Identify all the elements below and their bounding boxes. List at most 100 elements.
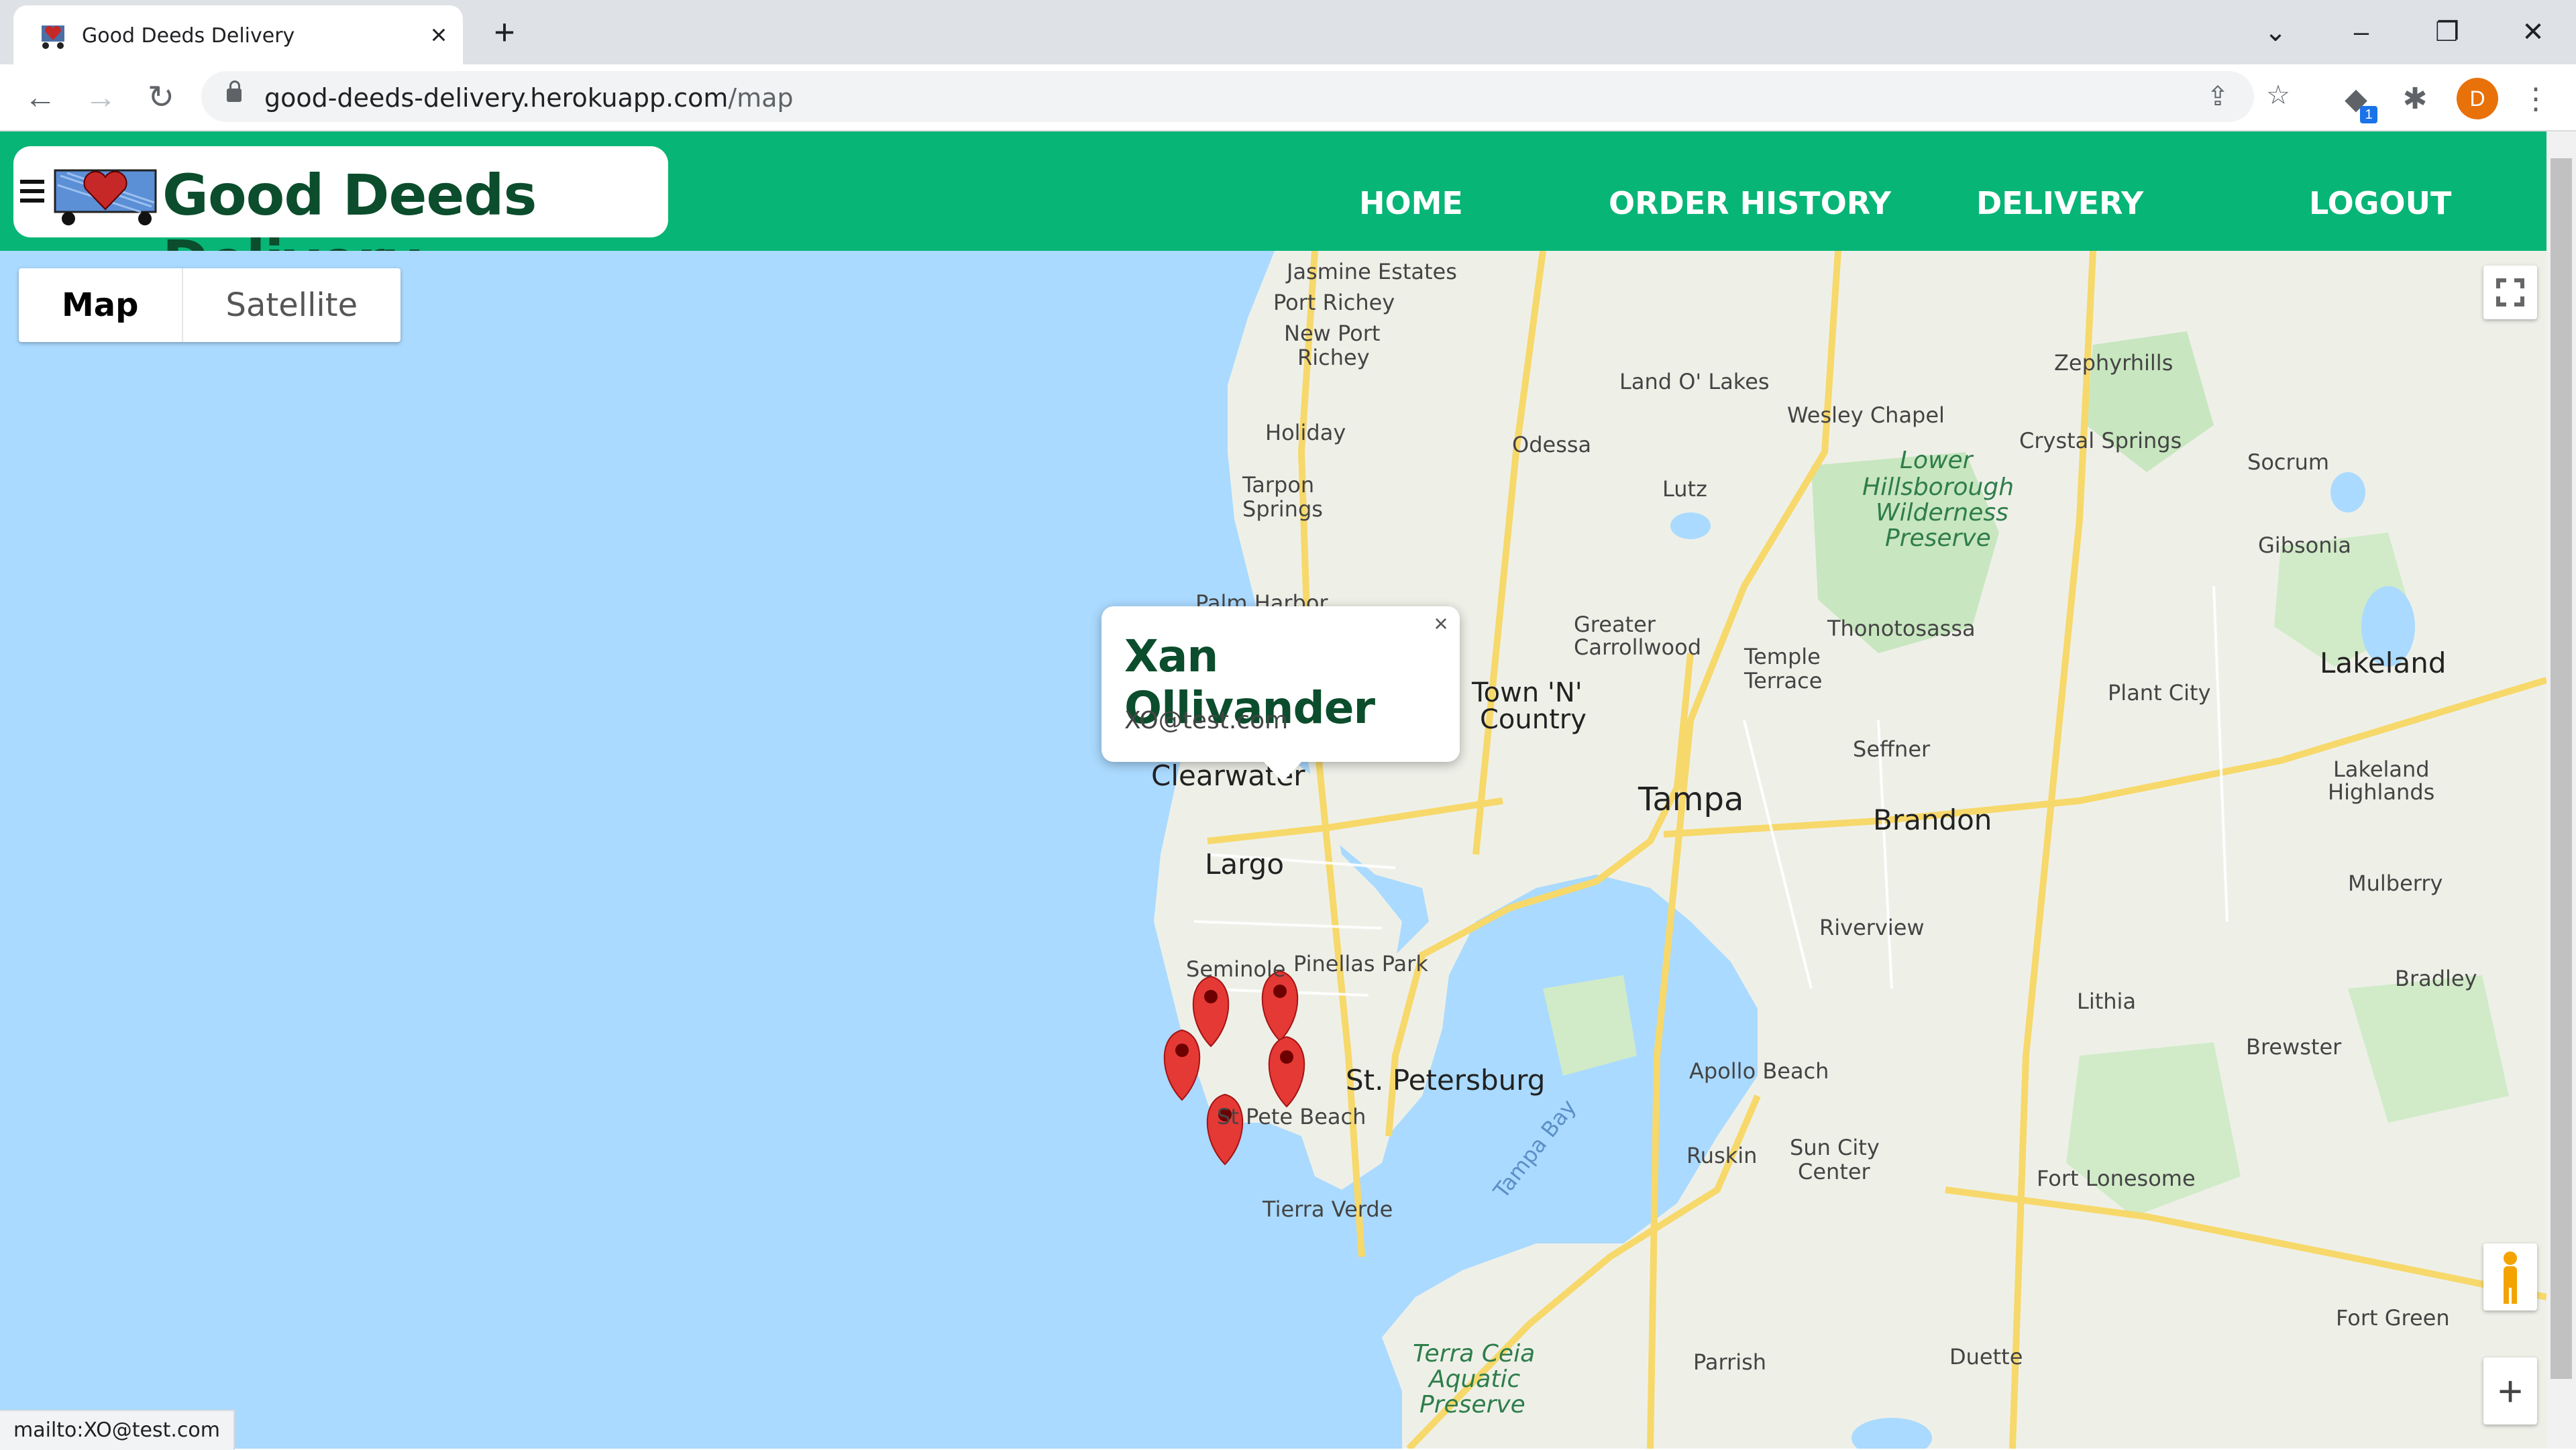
map-label: Tierra Verde: [1263, 1196, 1393, 1222]
map-label: Apollo Beach: [1689, 1058, 1829, 1084]
map-label: Lakeland: [2333, 757, 2430, 782]
map-label: Pinellas Park: [1293, 951, 1428, 977]
map-label: Holiday: [1265, 420, 1346, 445]
lake: [1670, 512, 1711, 539]
map-label: Preserve: [1885, 524, 1991, 552]
map-label: Richey: [1297, 345, 1370, 370]
nav-home-link[interactable]: HOME: [1359, 185, 1463, 221]
address-bar[interactable]: good-deeds-delivery.herokuapp.com/map ⇪ …: [201, 71, 2290, 122]
page-scrollbar[interactable]: [2546, 131, 2576, 1449]
restore-icon[interactable]: ❐: [2420, 11, 2474, 54]
back-icon[interactable]: ←: [19, 76, 62, 119]
bookmark-star-icon[interactable]: ☆: [2261, 78, 2296, 113]
tab-title: Good Deeds Delivery: [82, 24, 295, 48]
forward-icon[interactable]: →: [79, 76, 122, 119]
map-label: New Port: [1284, 321, 1381, 346]
tab-close-icon[interactable]: ×: [421, 17, 456, 52]
tab-search-icon[interactable]: ⌄: [2249, 11, 2302, 54]
map-label: Land O' Lakes: [1619, 369, 1770, 394]
map-label: Hillsborough: [1862, 473, 2015, 501]
fullscreen-button[interactable]: [2483, 266, 2537, 319]
brand-home-link[interactable]: Good Deeds Delivery: [13, 146, 668, 294]
map-label: Center: [1798, 1159, 1870, 1184]
map-label: Seffner: [1853, 736, 1931, 762]
map-label: Carrollwood: [1574, 634, 1701, 660]
new-tab-icon[interactable]: +: [484, 13, 525, 51]
link-status-bar: mailto:XO@test.com: [0, 1410, 235, 1450]
map-label: Tampa: [1638, 781, 1744, 818]
menu-kebab-icon[interactable]: ⋮: [2517, 80, 2555, 118]
map-label: Brewster: [2246, 1034, 2342, 1060]
map-label: Bradley: [2395, 966, 2477, 991]
map-label: Terra Ceia: [1413, 1340, 1536, 1368]
map-label: St Pete Beach: [1217, 1104, 1366, 1129]
map-label: Springs: [1242, 496, 1323, 522]
green-area: [1543, 975, 1637, 1076]
info-window: Xan Ollivander XO@test.com ×: [1102, 606, 1460, 782]
map-label: Country: [1480, 704, 1587, 735]
map-label: Duette: [1949, 1344, 2023, 1370]
map-label: Lithia: [2077, 989, 2137, 1014]
map-type-satellite-button[interactable]: Satellite: [181, 268, 401, 342]
minimize-icon[interactable]: –: [2334, 11, 2388, 54]
extension-badge: 1: [2360, 106, 2377, 123]
scrollbar-thumb[interactable]: [2551, 158, 2572, 1379]
map-label: Parrish: [1693, 1349, 1767, 1375]
recipient-email-link[interactable]: XO@test.com: [1124, 707, 1288, 734]
close-icon[interactable]: ×: [1428, 610, 1454, 637]
map-label: Preserve: [1419, 1391, 1525, 1418]
map-label: Odessa: [1512, 432, 1592, 457]
lake: [2330, 472, 2365, 512]
map-label: Wesley Chapel: [1787, 402, 1945, 428]
google-map[interactable]: Jasmine Estates Port Richey New Port Ric…: [0, 251, 2546, 1449]
puzzle-extensions-icon[interactable]: ✱: [2396, 80, 2434, 118]
lock-icon: [227, 80, 241, 102]
map-label: Fort Lonesome: [2037, 1166, 2196, 1191]
close-window-icon[interactable]: ✕: [2506, 11, 2560, 54]
map-label: Aquatic: [1429, 1365, 1521, 1393]
map-type-map-button[interactable]: Map: [19, 268, 182, 342]
map-label: Zephyrhills: [2054, 350, 2174, 376]
browser-tab[interactable]: Good Deeds Delivery ×: [13, 5, 463, 64]
share-icon[interactable]: ⇪: [2200, 79, 2235, 114]
map-label: Largo: [1205, 848, 1285, 881]
plus-icon: +: [2498, 1367, 2523, 1415]
map-label: Plant City: [2108, 680, 2211, 706]
profile-avatar[interactable]: D: [2457, 78, 2498, 119]
map-label: Terrace: [1744, 668, 1823, 693]
map-label: Brandon: [1873, 803, 1992, 836]
reload-icon[interactable]: ↻: [140, 76, 182, 119]
map-label: Tarpon: [1242, 472, 1315, 498]
map-label: Jasmine Estates: [1287, 259, 1457, 284]
map-label: Ruskin: [1686, 1143, 1758, 1168]
nav-order-history-link[interactable]: ORDER HISTORY: [1609, 185, 1891, 221]
map-label: Mulberry: [2348, 871, 2443, 896]
street-view-pegman[interactable]: [2483, 1243, 2537, 1310]
fullscreen-icon: [2496, 278, 2524, 306]
map-label: Fort Green: [2336, 1305, 2450, 1331]
map-label: Seminole: [1186, 956, 1286, 982]
map-label: Wilderness: [1876, 499, 2008, 526]
map-label: Lower: [1900, 447, 1973, 474]
map-label: Gibsonia: [2258, 533, 2352, 558]
delivery-marker[interactable]: [1163, 1029, 1201, 1101]
map-label: Sun City: [1790, 1135, 1880, 1160]
map-label: Crystal Springs: [2019, 428, 2182, 453]
land-area: [1228, 251, 2546, 1449]
nav-logout-link[interactable]: LOGOUT: [2309, 185, 2451, 221]
site-favicon-icon: [42, 25, 64, 49]
map-label: Socrum: [2247, 449, 2330, 475]
map-label: Lutz: [1662, 476, 1707, 502]
browser-toolbar: ← → ↻ good-deeds-delivery.herokuapp.com/…: [0, 64, 2576, 131]
site-navbar: Good Deeds Delivery HOME ORDER HISTORY D…: [0, 131, 2546, 294]
map-label: Thonotosassa: [1827, 616, 1976, 641]
web-page: Good Deeds Delivery HOME ORDER HISTORY D…: [0, 131, 2546, 1449]
url-text[interactable]: good-deeds-delivery.herokuapp.com/map: [264, 83, 794, 113]
nav-delivery-link[interactable]: DELIVERY: [1976, 185, 2143, 221]
map-type-control: Map Satellite: [19, 268, 401, 342]
map-label: Lakeland: [2320, 647, 2447, 679]
zoom-in-button[interactable]: +: [2483, 1357, 2537, 1425]
map-label: Port Richey: [1273, 290, 1395, 315]
tab-strip: Good Deeds Delivery × + ⌄ – ❐ ✕: [0, 0, 2576, 64]
map-label: Riverview: [1819, 915, 1925, 940]
